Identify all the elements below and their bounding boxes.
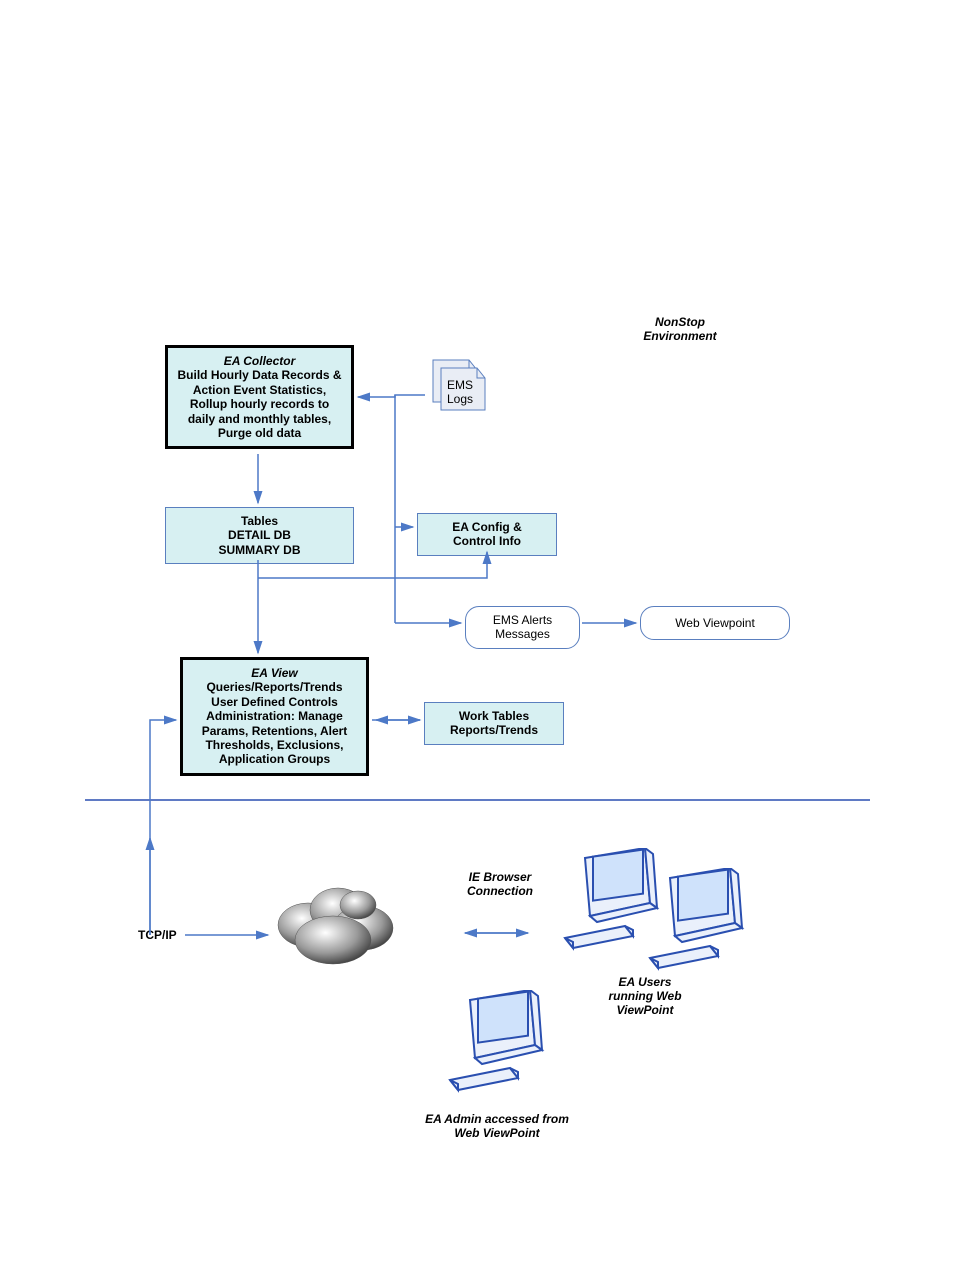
tables-box: Tables DETAIL DB SUMMARY DB (165, 507, 354, 564)
ems-logs-label: EMS Logs (447, 378, 473, 406)
ea-admin-label: EA Admin accessed from Web ViewPoint (392, 1112, 602, 1140)
ea-collector-desc: Build Hourly Data Records & Action Event… (176, 368, 343, 440)
ea-view-box: EA View Queries/Reports/Trends User Defi… (180, 657, 369, 776)
ems-alerts-box: EMS Alerts Messages (465, 606, 580, 649)
ea-config-box: EA Config & Control Info (417, 513, 557, 556)
computer-icon-2 (640, 868, 760, 993)
tcp-ip-label: TCP/IP (138, 928, 177, 942)
ea-collector-box: EA Collector Build Hourly Data Records &… (165, 345, 354, 449)
ie-browser-label: IE Browser Connection (440, 870, 560, 898)
computer-icon-3 (440, 990, 560, 1115)
ea-collector-title: EA Collector (176, 354, 343, 368)
work-tables-box: Work Tables Reports/Trends (424, 702, 564, 745)
web-viewpoint-box: Web Viewpoint (640, 606, 790, 640)
diagram-page: NonStop Environment EA Collector Build H… (0, 0, 954, 1270)
nonstop-env-label: NonStop Environment (615, 315, 745, 343)
ems-logs-icon: EMS Logs (425, 358, 495, 423)
cloud-icon (268, 870, 408, 985)
ea-view-title: EA View (191, 666, 358, 680)
ea-view-desc: Queries/Reports/Trends User Defined Cont… (191, 680, 358, 766)
